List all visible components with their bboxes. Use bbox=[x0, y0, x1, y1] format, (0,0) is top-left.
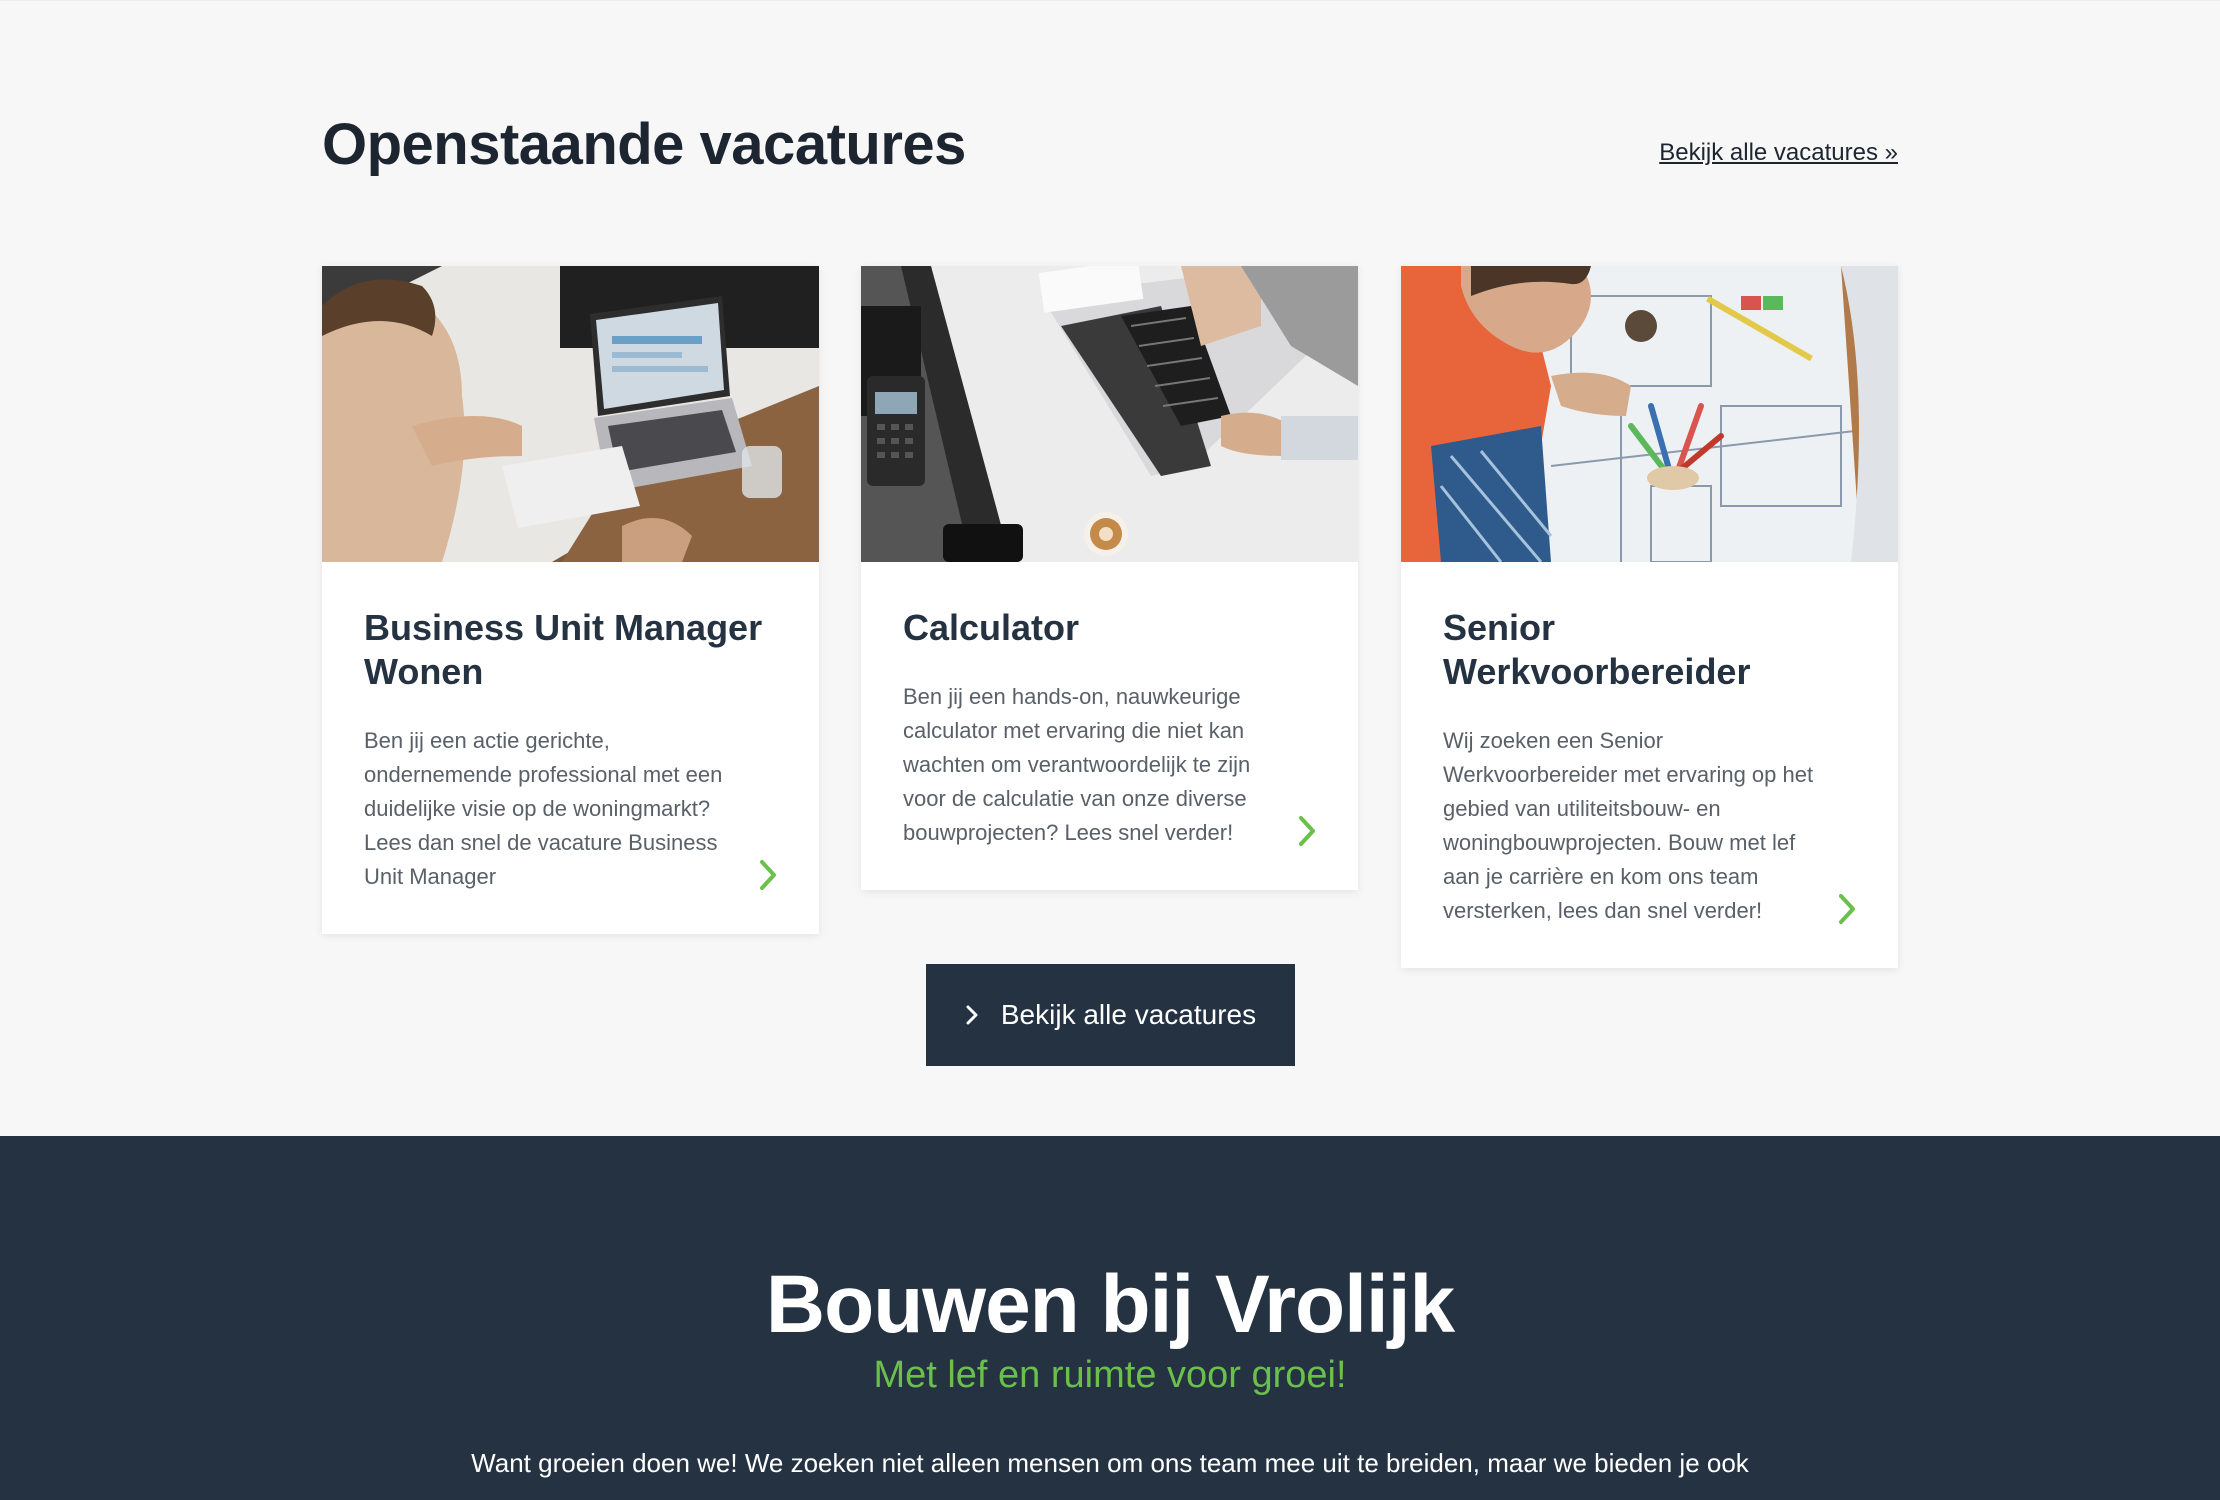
about-title: Bouwen bij Vrolijk bbox=[765, 1259, 1455, 1350]
about-intro: Want groeien doen we! We zoeken niet all… bbox=[471, 1448, 1749, 1478]
vacancy-card-business-unit-manager[interactable]: Business Unit Manager Wonen Ben jij een … bbox=[322, 266, 819, 934]
vacancy-description: Ben jij een hands-on, nauwkeurige calcul… bbox=[903, 684, 1251, 845]
card-body: Business Unit Manager Wonen Ben jij een … bbox=[322, 562, 819, 934]
laptop-desk-photo bbox=[861, 266, 1358, 562]
chevron-right-icon bbox=[966, 1005, 978, 1025]
office-laptop-photo bbox=[322, 266, 819, 562]
about-section: Bouwen bij Vrolijk Met lef en ruimte voo… bbox=[0, 1136, 2220, 1500]
button-label: Bekijk alle vacatures bbox=[1000, 999, 1257, 1030]
view-all-vacancies-link[interactable]: Bekijk alle vacatures » bbox=[1659, 139, 1898, 167]
about-subtitle: Met lef en ruimte voor groei! bbox=[873, 1354, 1347, 1396]
chevron-right-icon[interactable] bbox=[1836, 892, 1858, 926]
vacancy-description: Ben jij een actie gerichte, ondernemende… bbox=[364, 728, 723, 889]
view-all-vacancies-button[interactable]: Bekijk alle vacatures bbox=[926, 964, 1295, 1066]
vacancies-section: Openstaande vacatures Bekijk alle vacatu… bbox=[0, 0, 2220, 1136]
vacancy-title[interactable]: Senior Werkvoorbereider bbox=[1443, 606, 1856, 694]
vacancy-card-senior-werkvoorbereider[interactable]: Senior Werkvoorbereider Wij zoeken een S… bbox=[1401, 266, 1898, 968]
vacancy-cards: Business Unit Manager Wonen Ben jij een … bbox=[322, 266, 1898, 968]
vacancy-description: Wij zoeken een Senior Werkvoorbereider m… bbox=[1443, 728, 1814, 923]
card-body: Calculator Ben jij een hands-on, nauwkeu… bbox=[861, 562, 1358, 890]
vacancy-title[interactable]: Business Unit Manager Wonen bbox=[364, 606, 777, 694]
chevron-right-icon[interactable] bbox=[1296, 814, 1318, 848]
card-body: Senior Werkvoorbereider Wij zoeken een S… bbox=[1401, 562, 1898, 968]
vacancy-card-calculator[interactable]: Calculator Ben jij een hands-on, nauwkeu… bbox=[861, 266, 1358, 890]
section-title: Openstaande vacatures bbox=[322, 112, 966, 177]
blueprint-photo bbox=[1401, 266, 1898, 562]
chevron-right-icon[interactable] bbox=[757, 858, 779, 892]
vacancy-title[interactable]: Calculator bbox=[903, 606, 1316, 650]
